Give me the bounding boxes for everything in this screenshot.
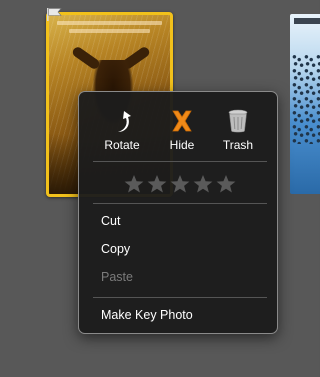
rotate-label: Rotate — [104, 138, 140, 152]
action-row: Rotate Hide Trash — [79, 108, 277, 156]
menu-item-copy[interactable]: Copy — [101, 240, 267, 258]
menu-item-paste: Paste — [101, 270, 133, 284]
hide-button[interactable]: Hide — [154, 108, 210, 152]
poster-title — [294, 18, 320, 24]
star-icon[interactable] — [146, 173, 168, 195]
star-icon[interactable] — [169, 173, 191, 195]
hide-label: Hide — [169, 138, 195, 152]
photo-context-menu: Rotate Hide Trash Cut Copy Paste Make Ke… — [78, 91, 278, 334]
trash-button[interactable]: Trash — [210, 108, 266, 152]
star-icon[interactable] — [215, 173, 237, 195]
rotate-icon — [118, 111, 131, 132]
star-rating[interactable] — [123, 173, 237, 195]
star-icon[interactable] — [123, 173, 145, 195]
trash-label: Trash — [222, 138, 254, 152]
photo-browser: Rotate Hide Trash Cut Copy Paste Make Ke… — [0, 0, 320, 377]
rotate-button[interactable]: Rotate — [94, 108, 150, 152]
trash-icon — [228, 109, 248, 133]
poster-pattern — [292, 54, 320, 144]
menu-divider — [93, 297, 267, 298]
menu-item-make-key-photo[interactable]: Make Key Photo — [101, 306, 267, 324]
menu-item-cut[interactable]: Cut — [101, 212, 267, 230]
photo-thumbnail[interactable] — [290, 14, 320, 194]
menu-divider — [93, 203, 267, 204]
menu-divider — [93, 161, 267, 162]
hide-x-icon — [172, 110, 192, 132]
flag-icon[interactable] — [44, 6, 64, 22]
poster-text-line — [69, 29, 150, 33]
poster-text-line — [57, 21, 162, 25]
star-icon[interactable] — [192, 173, 214, 195]
